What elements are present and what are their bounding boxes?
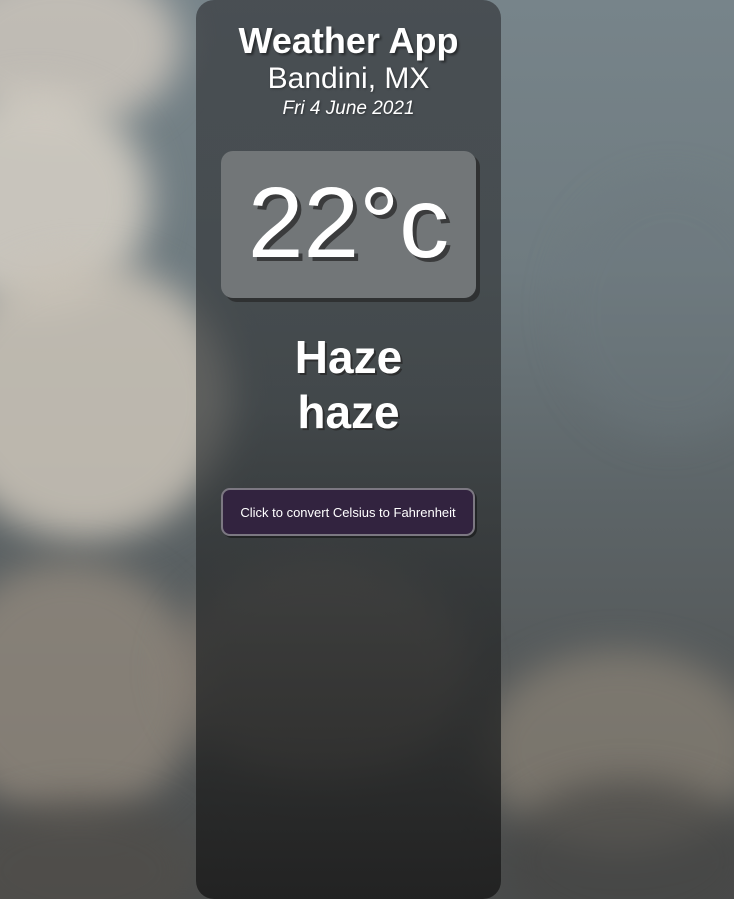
convert-unit-button[interactable]: Click to convert Celsius to Fahrenheit xyxy=(221,488,475,536)
weather-description: haze xyxy=(297,386,400,438)
app-title: Weather App xyxy=(238,20,459,61)
location-name: Bandini, MX xyxy=(267,62,430,95)
weather-panel: Weather App Bandini, MX Fri 4 June 2021 … xyxy=(196,0,501,899)
temperature-box: 22°c xyxy=(221,151,476,298)
weather-condition: Haze xyxy=(294,331,403,383)
temperature-value: 22°c xyxy=(247,167,450,279)
current-date: Fri 4 June 2021 xyxy=(282,98,415,119)
